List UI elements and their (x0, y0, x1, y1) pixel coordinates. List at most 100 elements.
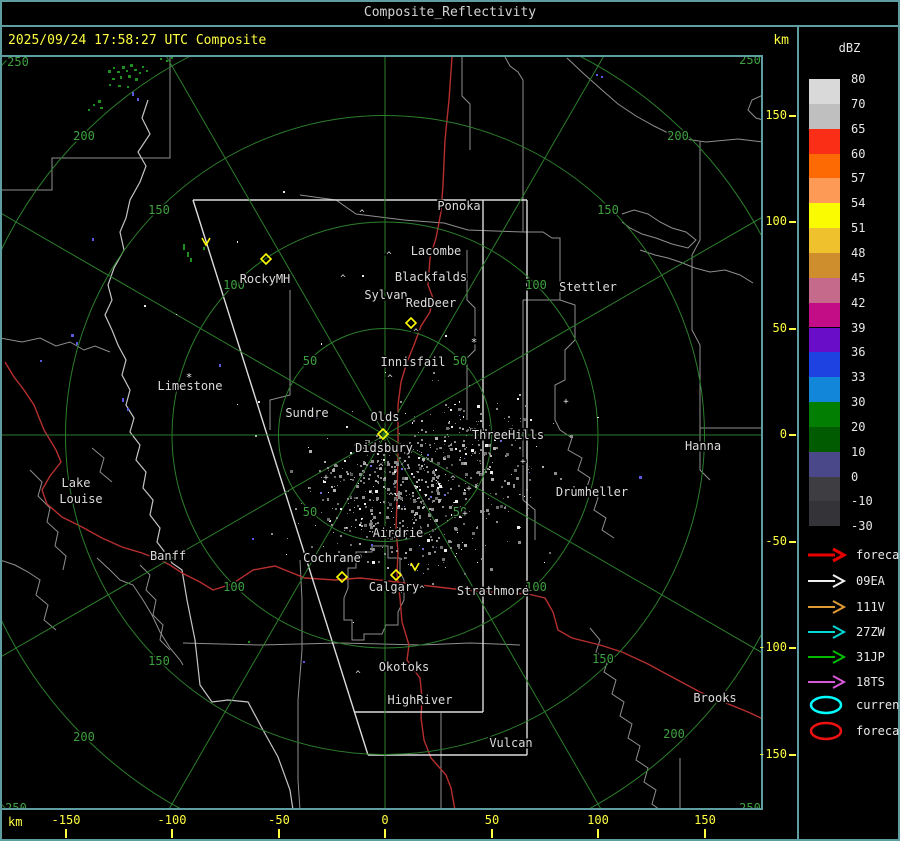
clutter-echo (475, 549, 476, 550)
clutter-echo (477, 562, 478, 563)
clutter-echo (419, 515, 421, 517)
clutter-echo (416, 471, 417, 472)
clutter-echo (428, 498, 430, 500)
clutter-echo (290, 470, 293, 473)
clutter-echo (387, 461, 389, 463)
clutter-echo (373, 549, 374, 550)
county-boundary (0, 559, 57, 631)
clutter-echo (417, 442, 419, 444)
clutter-echo (394, 486, 396, 488)
clutter-echo (508, 511, 509, 512)
clutter-echo (384, 462, 385, 463)
city-label-sylvan: Sylvan (364, 288, 407, 302)
clutter-echo (460, 457, 461, 458)
clutter-echo (271, 533, 273, 535)
clutter-echo (446, 467, 448, 469)
clutter-echo (417, 471, 419, 473)
clutter-echo (359, 473, 362, 476)
clutter-echo (457, 544, 460, 547)
clutter-echo (334, 476, 336, 478)
plus-marker: + (520, 457, 526, 467)
clutter-echo (418, 457, 420, 459)
clutter-echo (384, 553, 386, 555)
clutter-echo (463, 410, 465, 412)
clutter-echo (354, 500, 355, 501)
clutter-echo (438, 501, 440, 503)
clutter-echo (408, 456, 410, 458)
county-boundary (139, 564, 171, 651)
dbz-color-swatch (809, 203, 840, 229)
clutter-echo (433, 500, 435, 502)
clutter-echo (340, 481, 341, 482)
clutter-echo (424, 494, 425, 495)
clutter-echo (376, 435, 378, 437)
clutter-echo (433, 372, 435, 374)
city-label-stettler: Stettler (559, 280, 617, 294)
clutter-echo (362, 519, 363, 520)
green-echo-patch (98, 100, 101, 103)
clutter-echo (423, 503, 425, 505)
highway-road (395, 56, 453, 575)
clutter-echo (469, 427, 470, 428)
sparse-echo-dot (286, 554, 287, 555)
clutter-echo (372, 507, 373, 508)
clutter-echo (334, 464, 337, 467)
green-echo-patch (187, 252, 189, 257)
clutter-echo (506, 453, 509, 456)
clutter-echo (438, 475, 440, 477)
clutter-echo (394, 524, 395, 525)
clutter-echo (490, 471, 493, 474)
clutter-echo (347, 473, 349, 475)
clutter-echo (486, 518, 487, 519)
clutter-echo (488, 498, 489, 499)
clutter-echo (393, 483, 394, 484)
clutter-echo (414, 514, 416, 516)
right-axis-tick (789, 115, 796, 117)
clutter-echo (431, 509, 432, 510)
clutter-echo (419, 486, 420, 487)
clutter-echo (459, 450, 461, 452)
clutter-echo (516, 477, 519, 480)
clutter-echo (339, 475, 342, 478)
clutter-echo (477, 424, 478, 425)
sparse-echo-dot (176, 314, 177, 315)
clutter-echo (436, 448, 438, 450)
clutter-echo (520, 418, 521, 419)
clutter-echo (477, 471, 480, 474)
legend-row: forecast (807, 721, 900, 741)
clutter-echo (425, 494, 427, 496)
clutter-echo (439, 485, 442, 488)
clutter-echo (332, 469, 335, 472)
legend-row: 09EA (807, 571, 885, 589)
clutter-echo (480, 463, 481, 464)
clutter-echo (417, 570, 418, 571)
bottom-axis-tick (278, 829, 280, 838)
clutter-echo (421, 439, 423, 441)
clutter-echo (364, 524, 367, 527)
clutter-echo (373, 516, 376, 519)
county-boundary (747, 94, 763, 121)
clutter-echo (517, 465, 519, 467)
clutter-echo (444, 456, 446, 458)
clutter-echo (511, 444, 513, 446)
clutter-echo (529, 479, 531, 481)
green-echo-patch (171, 57, 173, 59)
clutter-echo (472, 532, 475, 535)
county-boundary (504, 56, 524, 232)
clutter-echo (459, 427, 461, 429)
clutter-echo (474, 452, 476, 454)
clutter-echo (477, 460, 478, 461)
clutter-echo (377, 522, 379, 524)
clutter-echo (385, 522, 386, 523)
clutter-echo (436, 476, 438, 478)
county-boundary (297, 559, 303, 810)
dbz-scale-label: 42 (851, 295, 866, 310)
clutter-echo (373, 500, 374, 501)
clutter-echo (519, 494, 520, 495)
clutter-echo (340, 535, 342, 537)
clutter-echo (435, 437, 438, 440)
clutter-echo (458, 547, 460, 549)
clutter-echo (448, 436, 449, 437)
clutter-echo (390, 546, 393, 549)
clutter-echo (357, 505, 359, 507)
